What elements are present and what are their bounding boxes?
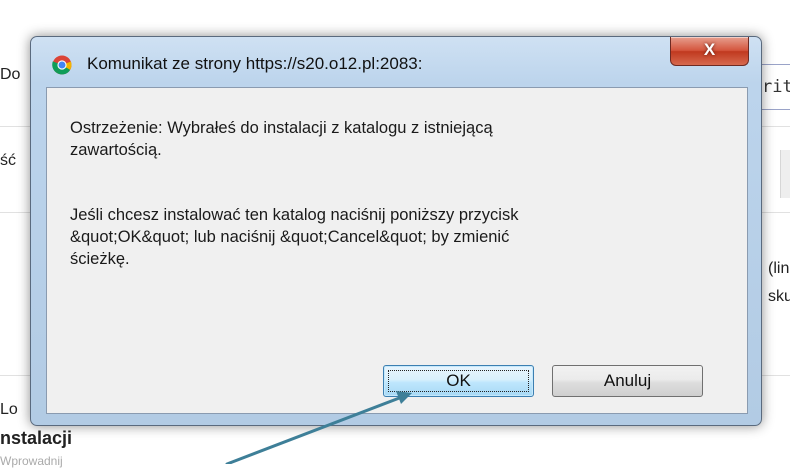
bg-grey-block: [780, 150, 790, 198]
warning-message: Ostrzeżenie: Wybrałeś do instalacji z ka…: [70, 119, 493, 159]
bg-fragment-lin: (lin: [768, 260, 790, 277]
close-button[interactable]: X: [670, 37, 749, 66]
dialog-title: Komunikat ze strony https://s20.o12.pl:2…: [87, 54, 423, 73]
chrome-icon: [52, 55, 72, 75]
dialog-title-bar[interactable]: Komunikat ze strony https://s20.o12.pl:2…: [31, 37, 761, 89]
dialog-body: Ostrzeżenie: Wybrałeś do instalacji z ka…: [46, 87, 748, 414]
bg-fragment-do: Do: [0, 66, 21, 83]
instruction-message: Jeśli chcesz instalować ten katalog naci…: [70, 206, 519, 268]
close-icon: X: [703, 40, 716, 59]
cancel-button[interactable]: Anuluj: [552, 365, 703, 397]
bg-heading-instalacji: nstalacji: [0, 428, 73, 448]
bg-field-text: rit: [762, 77, 790, 97]
cancel-button-label: Anuluj: [603, 371, 652, 390]
ok-button[interactable]: OK: [383, 365, 534, 397]
bg-fragment-lo: Lo: [0, 401, 18, 418]
bg-fragment-sc: ść: [0, 152, 16, 169]
bg-hint-text: Wprowadnij: [0, 454, 63, 468]
alert-dialog: Komunikat ze strony https://s20.o12.pl:2…: [30, 36, 762, 426]
focus-ring: [388, 370, 529, 392]
bg-fragment-sku: sku: [768, 288, 790, 305]
